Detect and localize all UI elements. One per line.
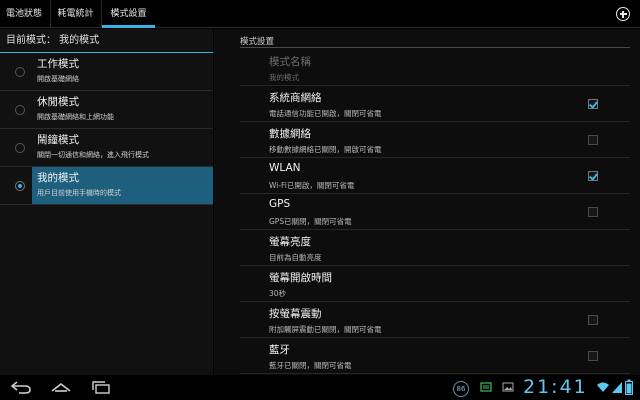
pref-summary: GPS已關閉，關閉可省電: [269, 217, 352, 226]
mode-item-body: 工作模式 開啟基礎網絡: [32, 53, 213, 90]
current-mode-header: 目前模式： 我的模式: [0, 29, 213, 53]
tab-power-usage[interactable]: 耗電統計: [50, 0, 100, 28]
pref-title: WLAN: [269, 162, 301, 174]
checkbox-checked[interactable]: [588, 171, 598, 181]
add-icon[interactable]: [616, 7, 630, 21]
battery-level-badge: 86: [453, 381, 469, 397]
radio-button[interactable]: [15, 67, 25, 77]
checkbox[interactable]: [588, 135, 598, 145]
pref-screen-brightness[interactable]: 螢幕亮度 目前為自動亮度: [240, 231, 630, 266]
battery-saver-icon: [480, 382, 492, 392]
mode-subtitle: 用戶目前使用手機時的模式: [37, 189, 121, 197]
mode-item-body: 我的模式 用戶目前使用手機時的模式: [32, 167, 213, 204]
mode-subtitle: 開啟基礎網絡: [37, 75, 79, 83]
clock: 21:41: [523, 376, 588, 398]
checkbox[interactable]: [588, 315, 598, 325]
checkbox[interactable]: [588, 207, 598, 217]
back-icon[interactable]: [10, 379, 32, 395]
pref-data-network[interactable]: 數據網絡 移動數據網絡已關閉，開啟可省電: [240, 123, 630, 158]
pref-summary: 移動數據網絡已關閉，開啟可省電: [269, 145, 382, 154]
mode-item-body: 鬧鐘模式 關閉一切通信和網絡，進入飛行模式: [32, 129, 213, 166]
pref-summary: 電話通信功能已開啟，關閉可省電: [269, 109, 382, 118]
mode-item-custom[interactable]: 我的模式 用戶目前使用手機時的模式: [0, 167, 213, 205]
pref-haptic-feedback[interactable]: 按螢幕震動 附加觸屏震動已關閉，關閉可省電: [240, 303, 630, 338]
mode-item-leisure[interactable]: 休閒模式 開啟基礎網絡和上網功能: [0, 91, 213, 129]
tab-bar: 電池狀態 耗電統計 模式設置: [0, 0, 640, 28]
battery-icon: [625, 379, 633, 395]
mode-subtitle: 關閉一切通信和網絡，進入飛行模式: [37, 151, 149, 159]
pref-summary: 目前為自動亮度: [269, 253, 322, 262]
signal-icon: [612, 382, 622, 393]
pref-title: 螢幕亮度: [269, 236, 311, 248]
mode-subtitle: 開啟基礎網絡和上網功能: [37, 113, 114, 121]
pref-title: 模式名稱: [269, 56, 311, 68]
mode-item-work[interactable]: 工作模式 開啟基礎網絡: [0, 53, 213, 91]
radio-button-checked[interactable]: [15, 181, 25, 191]
radio-button[interactable]: [15, 143, 25, 153]
mode-title: 鬧鐘模式: [37, 134, 79, 146]
recent-apps-icon[interactable]: [90, 379, 112, 395]
section-divider: [240, 47, 630, 48]
pref-screen-timeout[interactable]: 螢幕開啟時間 30秒: [240, 267, 630, 302]
pref-gps[interactable]: GPS GPS已關閉，關閉可省電: [240, 195, 630, 230]
pref-summary: 藍牙已關閉，關閉可省電: [269, 361, 352, 370]
pref-summary: 30秒: [269, 289, 287, 298]
system-bar: 86 21:41: [0, 375, 640, 400]
radio-button[interactable]: [15, 105, 25, 115]
mode-settings-pane: 模式設置 模式名稱 我的模式 系統商網絡 電話通信功能已開啟，關閉可省電 數據網…: [214, 29, 640, 375]
tab-mode-settings[interactable]: 模式設置: [101, 0, 155, 28]
pref-title: 系統商網絡: [269, 92, 322, 104]
tab-battery-status[interactable]: 電池狀態: [0, 0, 48, 28]
pref-title: 按螢幕震動: [269, 308, 322, 320]
mode-title: 我的模式: [37, 172, 79, 184]
pref-carrier-network[interactable]: 系統商網絡 電話通信功能已開啟，關閉可省電: [240, 87, 630, 122]
pref-summary: 我的模式: [269, 73, 299, 82]
pref-summary: 附加觸屏震動已關閉，關閉可省電: [269, 325, 382, 334]
pref-mode-name: 模式名稱 我的模式: [240, 51, 630, 86]
pref-title: 數據網絡: [269, 128, 311, 140]
home-icon[interactable]: [50, 379, 72, 395]
pref-title: 藍牙: [269, 344, 290, 356]
mode-item-body: 休閒模式 開啟基礎網絡和上網功能: [32, 91, 213, 128]
pref-wlan[interactable]: WLAN Wi-Fi已開啟，關閉可省電: [240, 159, 630, 194]
checkbox[interactable]: [588, 351, 598, 361]
pref-title: 螢幕開啟時間: [269, 272, 332, 284]
pref-summary: Wi-Fi已開啟，關閉可省電: [269, 181, 355, 190]
mode-title: 休閒模式: [37, 96, 79, 108]
mode-list-pane: 目前模式： 我的模式 工作模式 開啟基礎網絡 休閒模式 開啟基礎網絡和上網功能 …: [0, 29, 213, 375]
section-header: 模式設置: [240, 37, 275, 47]
mode-item-alarm[interactable]: 鬧鐘模式 關閉一切通信和網絡，進入飛行模式: [0, 129, 213, 167]
wifi-icon: [597, 382, 609, 392]
pref-bluetooth[interactable]: 藍牙 藍牙已關閉，關閉可省電: [240, 339, 630, 374]
image-icon: [502, 382, 514, 392]
pref-title: GPS: [269, 198, 291, 210]
mode-title: 工作模式: [37, 58, 79, 70]
checkbox-checked[interactable]: [588, 99, 598, 109]
